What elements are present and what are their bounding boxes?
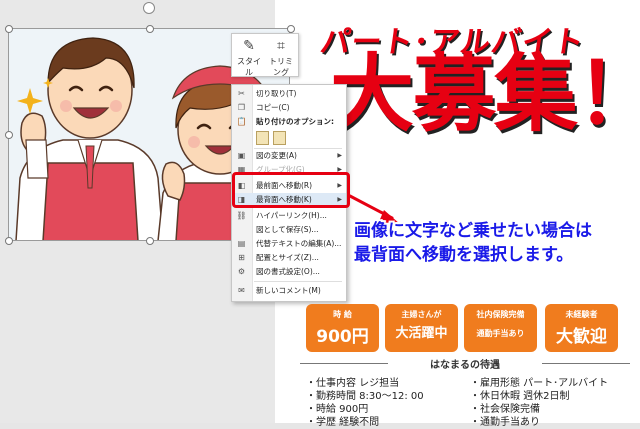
resize-handle-s[interactable] xyxy=(146,237,154,245)
badge-bottom-text: 通勤手当あり xyxy=(476,329,525,338)
resize-handle-sw[interactable] xyxy=(5,237,13,245)
paste-icon: 📋 xyxy=(236,117,247,126)
menu-item-size-position[interactable]: ⊞ 配置とサイズ(Z)... xyxy=(232,251,346,265)
mini-toolbar: ✎ スタイル ⌗ トリミング xyxy=(231,33,299,77)
badge-bottom-text: 900円 xyxy=(316,327,369,347)
list-item: ・勤務時間 8:30～12: 00 xyxy=(306,391,424,402)
hyperlink-icon: ⛓ xyxy=(236,211,247,220)
menu-item-label: 図として保存(S)... xyxy=(256,225,319,234)
menu-item-label: 代替テキストの編集(A)... xyxy=(256,239,342,248)
list-item: ・雇用形態 パート･アルバイト xyxy=(470,378,609,389)
paste-keep-format-icon[interactable] xyxy=(256,131,269,145)
style-button[interactable]: ✎ スタイル xyxy=(234,36,264,77)
scissors-icon: ✂ xyxy=(238,89,245,98)
menu-item-label: 切り取り(T) xyxy=(256,89,297,98)
style-label: スタイル xyxy=(237,57,261,77)
highlight-box xyxy=(232,172,350,208)
menu-item-save-as-picture[interactable]: 図として保存(S)... xyxy=(232,223,346,237)
comment-icon: ✉ xyxy=(238,286,245,295)
alt-text-icon: ▤ xyxy=(237,239,246,248)
badge-top-text: 時 給 xyxy=(333,310,352,319)
annotation-note: 画像に文字など乗せたい場合は 最背面へ移動を選択します。 xyxy=(354,219,592,267)
rotate-handle[interactable] xyxy=(143,2,155,14)
list-item: ・社会保険完備 xyxy=(470,404,540,415)
resize-handle-nw[interactable] xyxy=(5,25,13,33)
list-item: ・休日休暇 週休2日制 xyxy=(470,391,570,402)
list-item: ・時給 900円 xyxy=(306,404,369,415)
menu-item-label: 新しいコメント(M) xyxy=(256,286,321,295)
flyer-title-big: 大募集！ xyxy=(330,45,640,143)
menu-item-hyperlink[interactable]: ⛓ ハイパーリンク(H)... xyxy=(232,209,346,223)
resize-handle-w[interactable] xyxy=(5,131,13,139)
annotation-line-1: 画像に文字など乗せたい場合は xyxy=(354,221,592,241)
copy-icon: ❐ xyxy=(237,103,246,112)
trim-button[interactable]: ⌗ トリミング xyxy=(266,36,296,77)
trim-label: トリミング xyxy=(269,57,293,77)
resize-handle-n[interactable] xyxy=(146,25,154,33)
size-position-icon: ⊞ xyxy=(238,253,245,262)
menu-item-cut[interactable]: ✂ 切り取り(T) xyxy=(232,87,346,101)
badge-bottom-text: 大歓迎 xyxy=(556,327,607,347)
conditions-list-left: ・仕事内容 レジ担当 ・勤務時間 8:30～12: 00 ・時給 900円 ・学… xyxy=(306,377,424,429)
paste-picture-icon[interactable] xyxy=(273,131,286,145)
menu-item-label: 配置とサイズ(Z)... xyxy=(256,253,319,262)
badge-wage: 時 給 900円 xyxy=(306,304,379,352)
submenu-arrow-icon: ▶ xyxy=(337,152,342,159)
conditions-list-right: ・雇用形態 パート･アルバイト ・休日休暇 週休2日制 ・社会保険完備 ・通勤手… xyxy=(470,377,608,429)
menu-item-label: 図の変更(A) xyxy=(256,151,297,160)
menu-item-new-comment[interactable]: ✉ 新しいコメント(M) xyxy=(232,284,346,298)
badge-top-text: 未経験者 xyxy=(565,310,598,319)
menu-item-change-picture[interactable]: ▣ 図の変更(A) ▶ xyxy=(232,149,346,163)
badge-beginners: 未経験者 大歓迎 xyxy=(545,304,618,352)
list-item: ・仕事内容 レジ担当 xyxy=(306,378,400,389)
menu-item-label: 図の書式設定(O)... xyxy=(256,267,320,276)
annotation-line-2: 最背面へ移動を選択します。 xyxy=(354,245,574,265)
badge-housewives: 主婦さんが 大活躍中 xyxy=(385,304,458,352)
change-picture-icon: ▣ xyxy=(237,151,246,160)
menu-item-alt-text[interactable]: ▤ 代替テキストの編集(A)... xyxy=(232,237,346,251)
menu-separator xyxy=(254,281,342,282)
section-divider-right xyxy=(542,363,630,364)
format-picture-icon: ⚙ xyxy=(237,267,246,276)
badge-insurance: 社内保険完備 通勤手当あり xyxy=(464,304,537,352)
badge-top-text: 主婦さんが xyxy=(401,310,442,319)
resize-handle-ne[interactable] xyxy=(287,25,295,33)
menu-item-paste-options: 📋 貼り付けのオプション: xyxy=(232,115,346,129)
badge-top-text: 社内保険完備 xyxy=(476,310,525,319)
brush-icon: ✎ xyxy=(243,38,255,54)
menu-item-copy[interactable]: ❐ コピー(C) xyxy=(232,101,346,115)
crop-icon: ⌗ xyxy=(277,38,285,54)
menu-item-label: 貼り付けのオプション: xyxy=(256,117,334,126)
menu-item-label: ハイパーリンク(H)... xyxy=(256,211,327,220)
menu-item-label: コピー(C) xyxy=(256,103,290,112)
menu-item-format-picture[interactable]: ⚙ 図の書式設定(O)... xyxy=(232,265,346,279)
badge-bottom-text: 大活躍中 xyxy=(395,326,448,341)
